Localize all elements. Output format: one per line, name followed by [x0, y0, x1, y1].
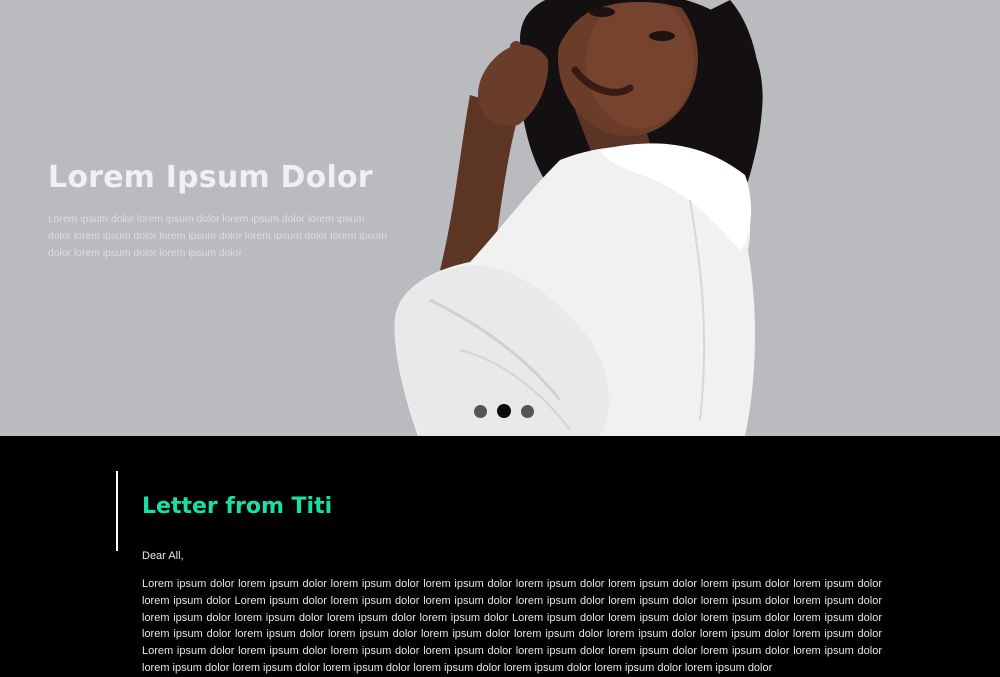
letter-section: Letter from Titi Dear All, Lorem ipsum d…: [0, 436, 1000, 674]
hero-title: Lorem Ipsum Dolor: [48, 160, 373, 195]
carousel-dot-1[interactable]: [474, 404, 487, 418]
carousel-dot-2-active[interactable]: [497, 404, 511, 418]
carousel-indicators: [474, 404, 534, 418]
letter-body: Lorem ipsum dolor lorem ipsum dolor lore…: [142, 578, 882, 674]
letter-title: Letter from Titi: [142, 494, 333, 519]
section-divider-line: [116, 471, 118, 551]
hero-description: Lorem ipsum dolor lorem ipsum dolor lore…: [48, 214, 387, 259]
hero-banner: Lorem Ipsum Dolor Lorem ipsum dolor lore…: [0, 0, 1000, 436]
carousel-dot-3[interactable]: [521, 404, 534, 418]
letter-greeting: Dear All,: [142, 550, 184, 562]
